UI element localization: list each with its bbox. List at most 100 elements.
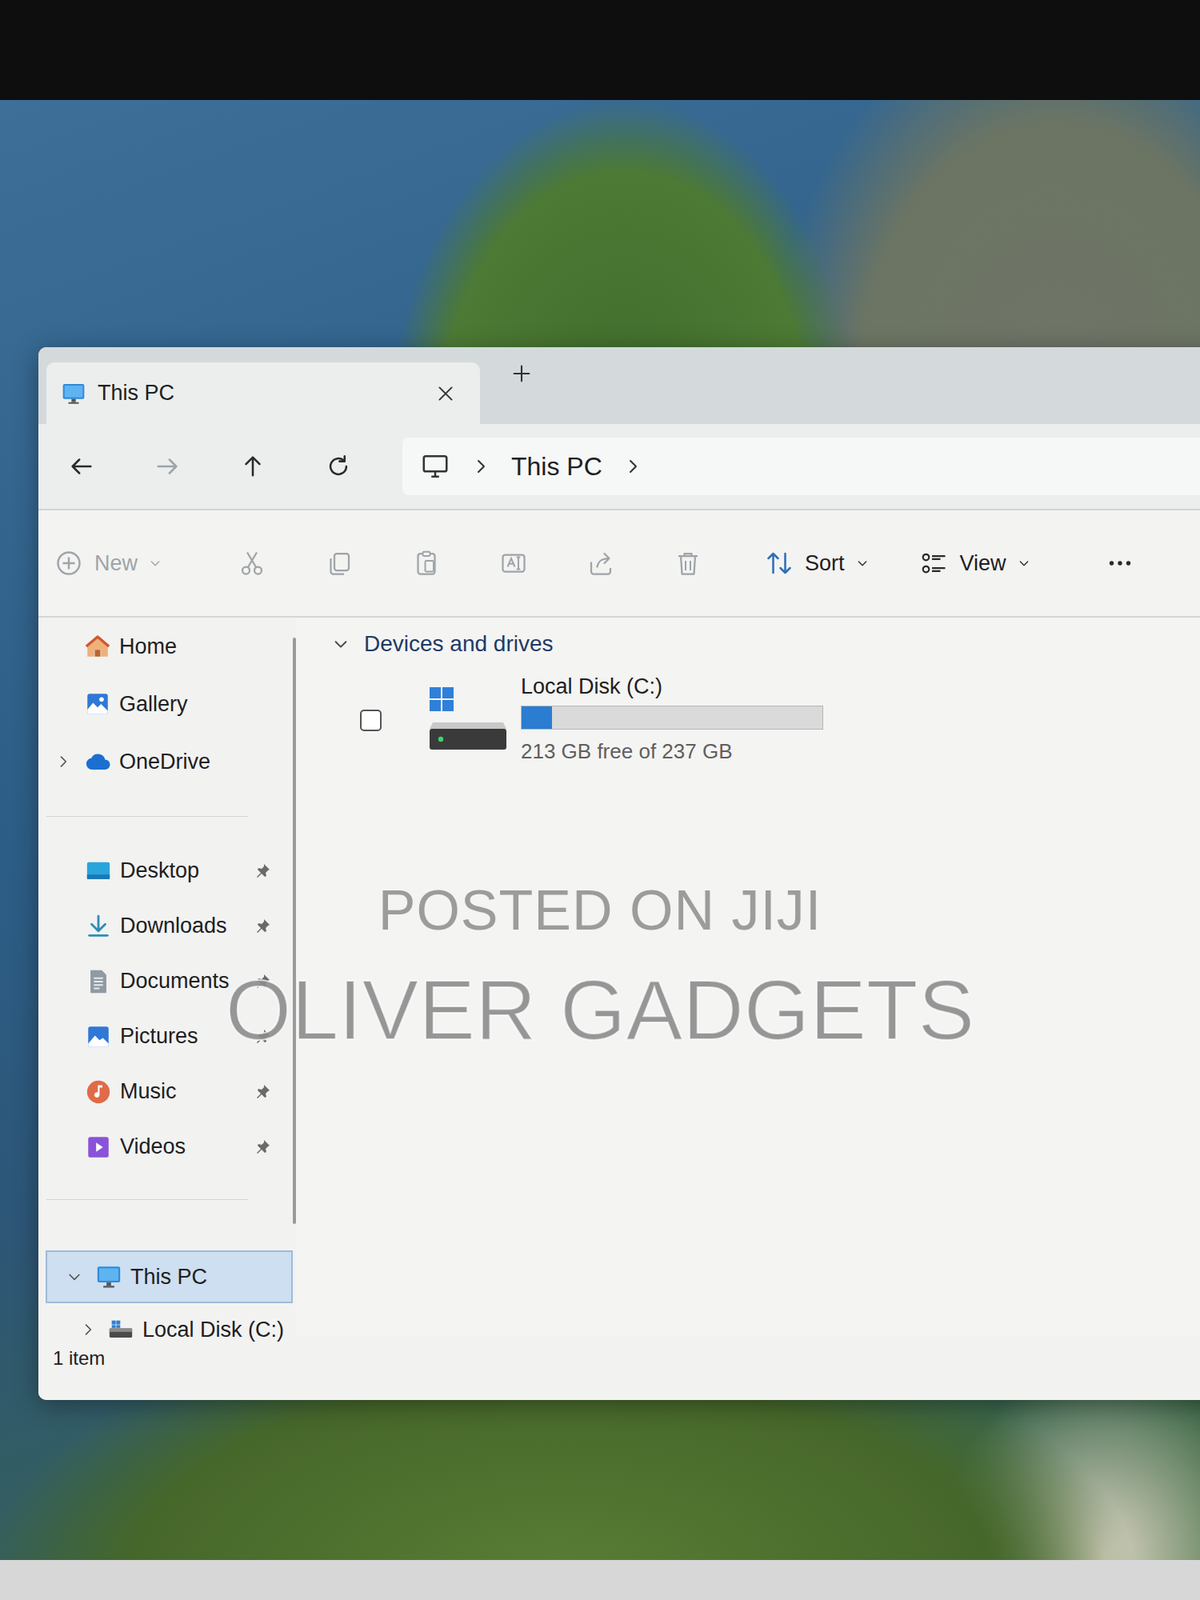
dropdown-caret-icon (148, 556, 162, 570)
pin-icon[interactable] (252, 916, 272, 936)
pin-icon[interactable] (252, 972, 272, 992)
sidebar-label[interactable]: Home (119, 630, 177, 664)
dropdown-caret-icon (856, 556, 869, 570)
back-icon (68, 452, 96, 480)
divider (46, 1199, 248, 1200)
back-button[interactable] (38, 438, 124, 495)
divider (46, 816, 248, 817)
breadcrumb-bar[interactable]: This PC (402, 437, 1200, 496)
sidebar-item[interactable]: Gallery (38, 675, 293, 733)
window-tab[interactable]: This PC (46, 362, 480, 424)
tab-strip: This PC (38, 347, 1200, 424)
chevron-down-icon[interactable] (332, 635, 350, 653)
sidebar-item[interactable]: Pictures (38, 1008, 293, 1064)
drive-item[interactable]: Local Disk (C:) 213 GB free of 237 GB (332, 673, 1200, 768)
cut-icon (237, 548, 267, 578)
drive-checkbox[interactable] (360, 709, 382, 732)
sidebar-label[interactable]: Pictures (120, 1020, 199, 1053)
local-disk-icon (107, 1316, 135, 1344)
sort-button[interactable]: Sort (755, 531, 879, 596)
group-header[interactable]: Devices and drives (332, 617, 1200, 671)
chevron-right-icon[interactable] (55, 753, 72, 770)
sidebar-label[interactable]: Downloads (120, 909, 228, 943)
sidebar-item[interactable]: Desktop (38, 843, 293, 899)
sidebar-label[interactable]: Music (120, 1075, 177, 1108)
chevron-right-icon[interactable] (80, 1321, 96, 1338)
close-icon[interactable] (435, 383, 456, 404)
breadcrumb-item[interactable]: This PC (511, 447, 603, 486)
sidebar-label[interactable]: Documents (120, 964, 230, 998)
pin-icon[interactable] (252, 1137, 272, 1157)
sidebar-label[interactable]: OneDrive (119, 745, 211, 779)
sidebar-item[interactable]: OneDrive (38, 732, 293, 791)
sidebar-label[interactable]: Gallery (119, 688, 188, 721)
sidebar-item[interactable]: Videos (38, 1119, 293, 1175)
status-bar: 1 item (38, 1336, 1200, 1400)
videos-icon (84, 1133, 112, 1161)
up-button[interactable] (209, 438, 296, 495)
drive-icon (429, 687, 507, 753)
drive-name[interactable]: Local Disk (C:) (520, 673, 824, 701)
refresh-icon (324, 452, 352, 480)
more-button[interactable] (1088, 531, 1152, 596)
dropdown-caret-icon (1017, 556, 1031, 570)
watermark: POSTED ON JIJIOLIVER GADGETS (0, 880, 1200, 1061)
sidebar-item[interactable]: Documents (38, 953, 293, 1009)
command-bar: New Sort View (38, 510, 1200, 618)
onedrive-icon (84, 748, 112, 776)
drive-free-space: 213 GB free of 237 GB (520, 736, 824, 768)
drive-info: Local Disk (C:) 213 GB free of 237 GB (520, 673, 824, 768)
share-button[interactable] (556, 531, 644, 596)
pin-icon[interactable] (252, 861, 272, 881)
chevron-right-icon (623, 456, 643, 476)
explorer-body: Home Gallery OneDrive Desktop Downloads Docum… (38, 617, 1200, 1336)
rename-button[interactable] (469, 531, 557, 596)
group-label[interactable]: Devices and drives (364, 627, 554, 661)
sidebar-item[interactable]: Downloads (38, 898, 293, 954)
more-icon (1105, 548, 1135, 578)
pin-icon[interactable] (252, 1082, 272, 1102)
delete-button[interactable] (644, 531, 732, 596)
delete-icon (673, 548, 703, 578)
rename-icon (499, 548, 528, 578)
chevron-down-icon[interactable] (66, 1268, 83, 1285)
toolbar-label[interactable]: New (94, 547, 138, 580)
refresh-button[interactable] (295, 438, 381, 495)
new-button[interactable]: New (54, 531, 208, 596)
chevron-right-icon (471, 456, 491, 476)
toolbar-label[interactable]: View (960, 547, 1007, 580)
sort-icon (764, 548, 794, 578)
gallery-icon (84, 690, 112, 718)
forward-button[interactable] (124, 438, 210, 495)
watermark-text: OLIVER GADGETS (0, 959, 1200, 1061)
view-button[interactable]: View (910, 531, 1040, 596)
sidebar-item[interactable]: This PC (45, 1250, 293, 1304)
view-icon (920, 548, 949, 578)
sidebar-label[interactable]: This PC (130, 1260, 208, 1294)
tab-title[interactable]: This PC (97, 376, 175, 410)
sidebar-item[interactable]: Local Disk (C:) (38, 1303, 293, 1356)
drive-usage-track (520, 705, 824, 730)
up-icon (239, 452, 267, 480)
sidebar-item[interactable]: Music (38, 1064, 293, 1120)
new-tab-icon[interactable] (510, 362, 533, 385)
cut-button[interactable] (208, 531, 296, 596)
sidebar-label[interactable]: Desktop (120, 854, 200, 888)
share-icon (586, 548, 616, 578)
toolbar-label[interactable]: Sort (804, 547, 845, 580)
downloads-icon (84, 912, 112, 940)
item-count: 1 item (52, 1347, 105, 1369)
this-pc-icon (95, 1263, 123, 1291)
desktop-icon (84, 857, 112, 885)
sidebar-item[interactable]: Home (38, 617, 293, 676)
music-icon (84, 1078, 112, 1106)
sidebar-label[interactable]: Videos (120, 1130, 186, 1164)
paste-button[interactable] (382, 531, 470, 596)
pin-icon[interactable] (252, 1027, 272, 1047)
copy-button[interactable] (295, 531, 383, 596)
monitor-outline-icon (420, 451, 451, 482)
content-pane: Devices and drives Local Disk (C:) 213 GB … (296, 617, 1200, 1336)
pictures-icon (84, 1023, 112, 1051)
drive-usage-fill (521, 706, 552, 729)
sidebar-label[interactable]: Local Disk (C:) (142, 1313, 284, 1347)
